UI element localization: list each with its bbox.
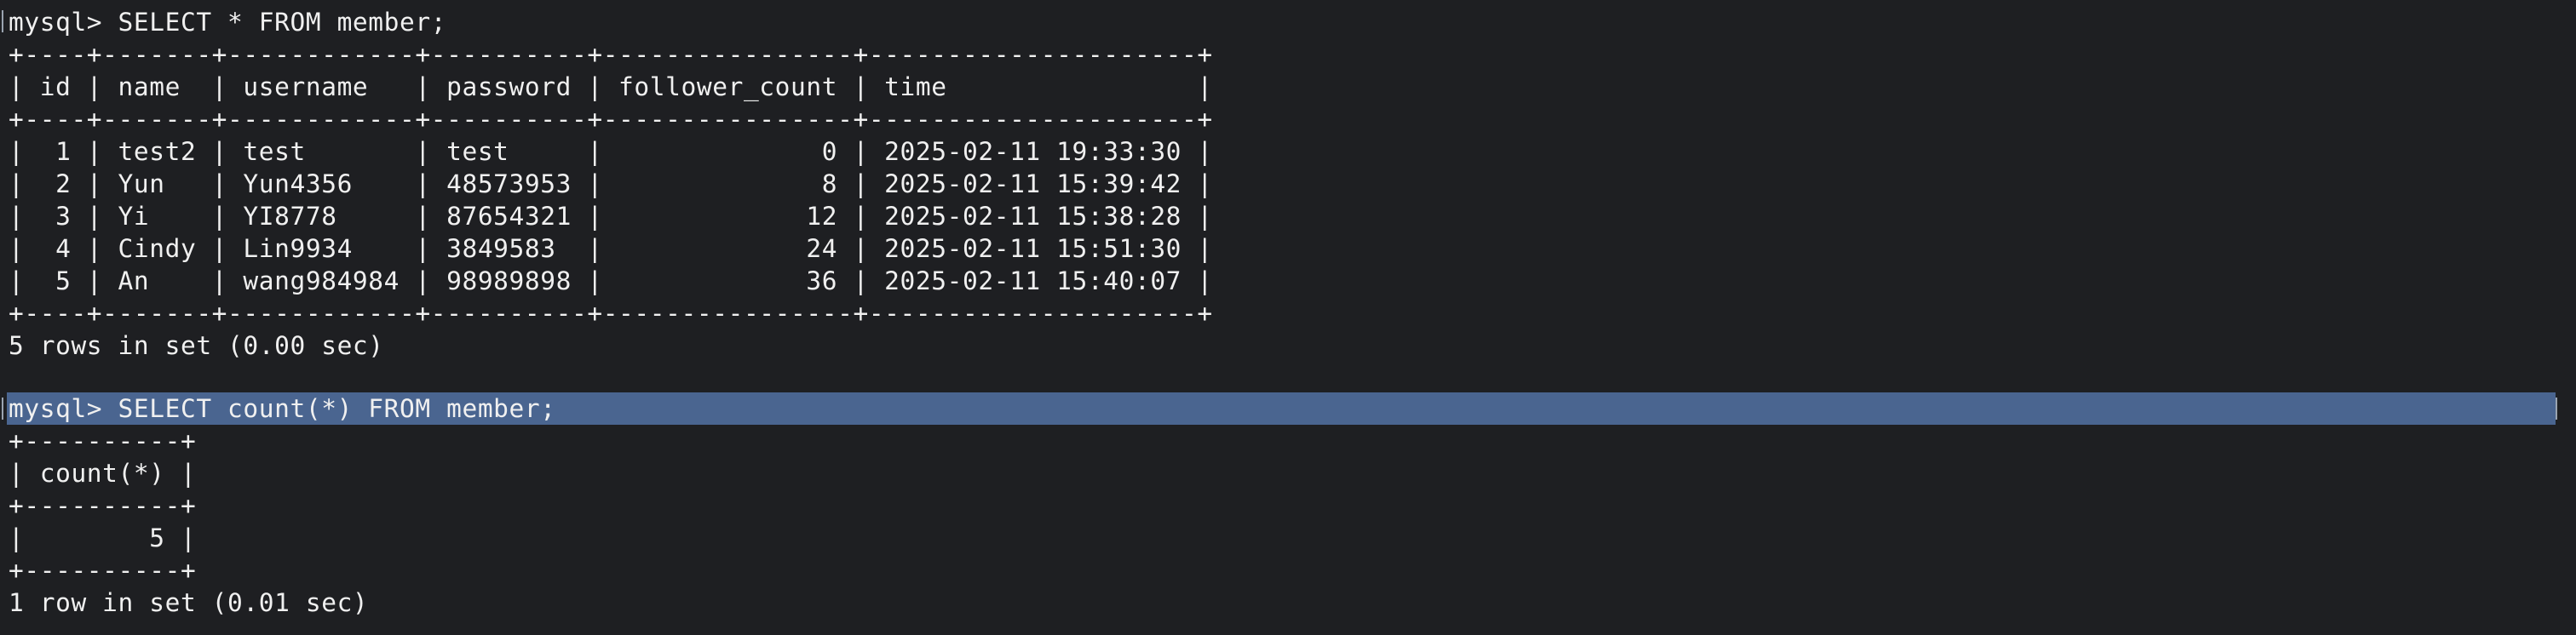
line-marker-1 [2, 10, 3, 32]
count-table-border-top: +----------+ [9, 426, 197, 455]
table-row: | 3 | Yi | YI8778 | 87654321 | 12 | 2025… [9, 202, 1213, 231]
table-row: | 1 | test2 | test | test | 0 | 2025-02-… [9, 137, 1213, 166]
prompt-line-select-all: mysql> SELECT * FROM member; [9, 8, 447, 37]
line-marker-3 [2556, 398, 2557, 420]
count-result-summary: 1 row in set (0.01 sec) [9, 588, 369, 617]
terminal-window[interactable]: mysql> SELECT * FROM member; +----+-----… [0, 0, 2576, 635]
table-header-row: | id | name | username | password | foll… [9, 72, 1213, 101]
table-border-bottom: +----+-------+------------+----------+--… [9, 299, 1213, 328]
table-row: | 5 | An | wang984984 | 98989898 | 36 | … [9, 266, 1213, 295]
table-row: | 2 | Yun | Yun4356 | 48573953 | 8 | 202… [9, 169, 1213, 198]
count-table-header: | count(*) | [9, 459, 197, 488]
table-row: | 4 | Cindy | Lin9934 | 3849583 | 24 | 2… [9, 234, 1213, 263]
table-border-header: +----+-------+------------+----------+--… [9, 105, 1213, 134]
table-border-top: +----+-------+------------+----------+--… [9, 40, 1213, 69]
line-marker-2 [2, 398, 3, 420]
count-table-border-bottom: +----------+ [9, 556, 197, 585]
prompt-line-count: mysql> SELECT count(*) FROM member; [9, 394, 556, 423]
count-table-row: | 5 | [9, 523, 197, 552]
result-summary: 5 rows in set (0.00 sec) [9, 331, 384, 360]
count-table-border-mid: +----------+ [9, 491, 197, 520]
